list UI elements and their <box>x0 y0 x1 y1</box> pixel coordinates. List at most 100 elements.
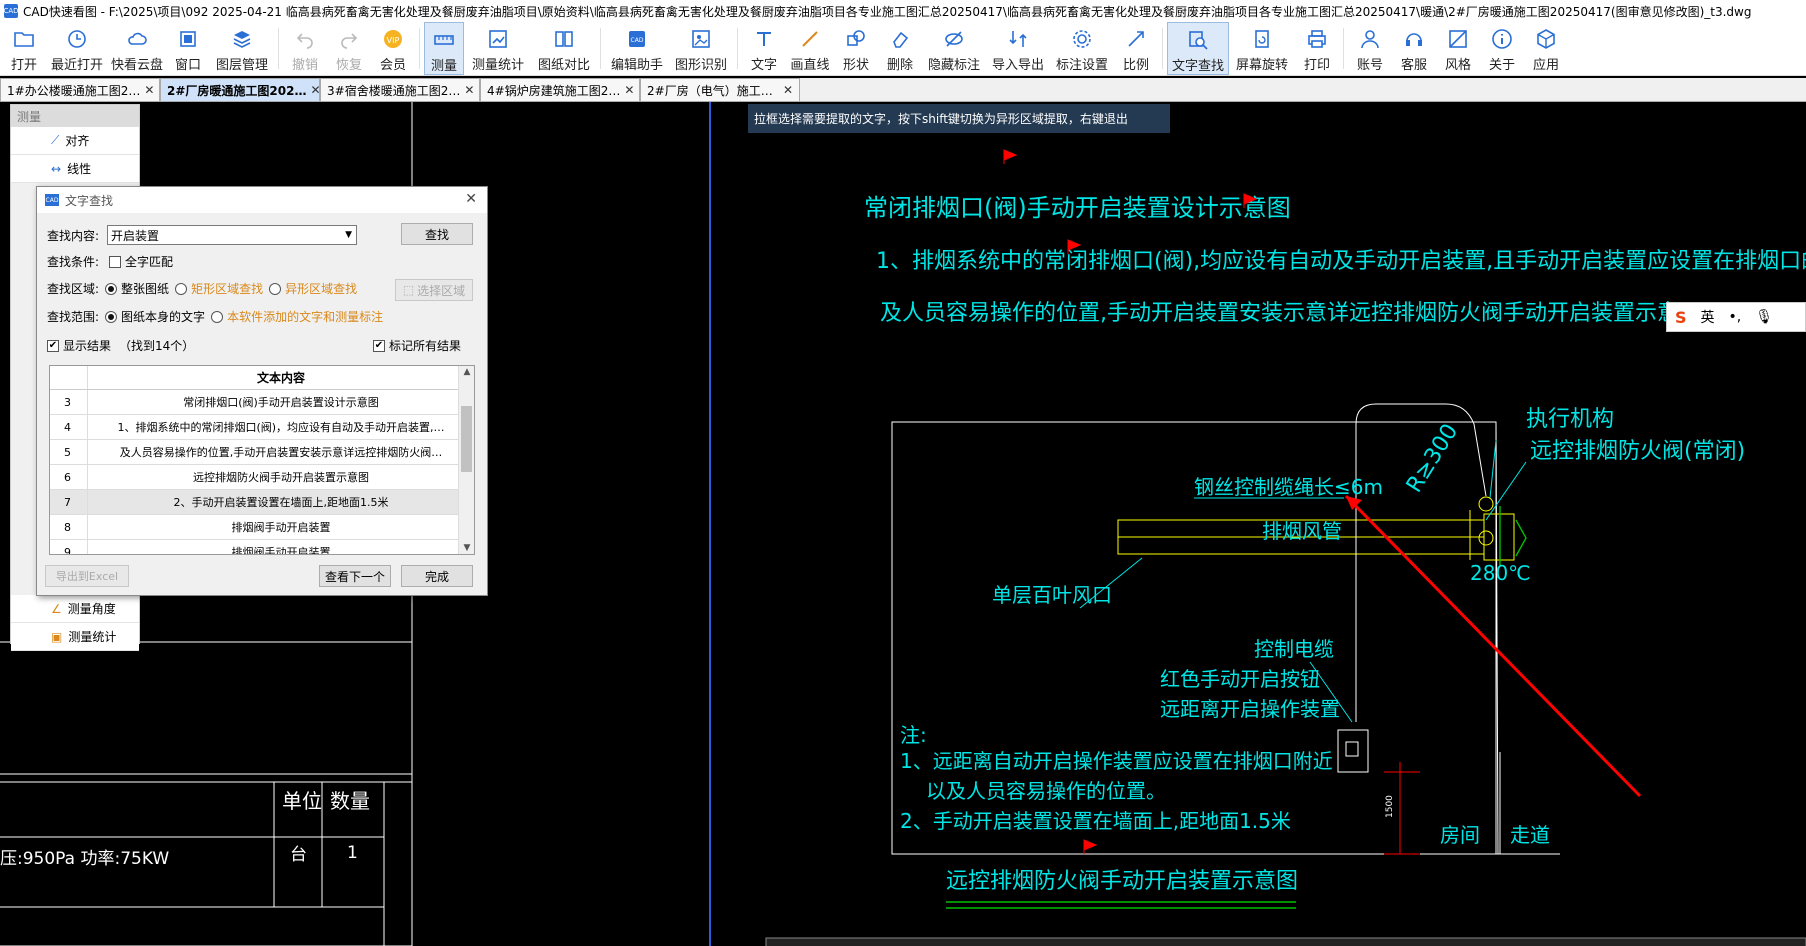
toolbar-button-0[interactable]: 打开 <box>2 22 46 75</box>
toolbar-button-label: 形状 <box>842 58 869 73</box>
results-options-row: ✔ 显示结果 （找到14个） <box>47 337 194 354</box>
area-irregular-radio[interactable] <box>269 282 282 295</box>
toolbar-button-label: 快看云盘 <box>110 58 163 73</box>
results-header: 文本内容 <box>50 366 474 390</box>
close-icon[interactable]: ✕ <box>624 83 634 97</box>
toolbar-button-26[interactable]: 风格 <box>1436 22 1480 75</box>
toolbar-button-28[interactable]: 应用 <box>1524 22 1568 75</box>
results-table: 文本内容 3 常闭排烟口(阀)手动开启装置设计示意图 4 1、排烟系统中的常闭排烟口(… <box>49 365 475 555</box>
toolbar-button-19[interactable]: 标注设置 <box>1050 22 1114 75</box>
results-scrollbar[interactable]: ▲ ▼ <box>458 366 474 554</box>
toolbar-button-5[interactable]: 撤销 <box>283 22 327 75</box>
done-button[interactable]: 完成 <box>401 565 473 587</box>
measure-item-label: 对齐 <box>65 134 90 148</box>
toolbar-button-22[interactable]: 屏幕旋转 <box>1229 22 1295 75</box>
table-row[interactable]: 5 及人员容易操作的位置,手动开启装置安装示意详远控排烟防火阀… <box>50 440 474 465</box>
table-row[interactable]: 9 排烟阀手动开启装置 <box>50 540 474 554</box>
tab-2[interactable]: 3#宿舍楼暖通施工图2… ✕ <box>320 78 480 101</box>
chevron-down-icon[interactable]: ▼ <box>345 230 352 240</box>
toolbar-button-2[interactable]: 快看云盘 <box>108 22 166 75</box>
dialog-app-icon: CAD <box>45 194 59 206</box>
scroll-down-icon[interactable]: ▼ <box>459 543 474 553</box>
toolbar-button-13[interactable]: 文字 <box>742 22 786 75</box>
app-icon: CAD <box>3 4 19 18</box>
scope-drawing-radio[interactable] <box>105 310 118 323</box>
toolbar-button-12[interactable]: 图形识别 <box>669 22 733 75</box>
measure-align-item[interactable]: ⟋ 对齐 <box>11 127 139 155</box>
close-icon[interactable]: ✕ <box>144 83 154 97</box>
close-icon[interactable]: ✕ <box>310 83 319 97</box>
close-icon[interactable]: ✕ <box>465 191 477 207</box>
toolbar-button-20[interactable]: 比例 <box>1114 22 1158 75</box>
next-result-button[interactable]: 查看下一个 <box>319 565 391 587</box>
eraser-icon <box>889 28 911 50</box>
whole-word-checkbox[interactable] <box>109 255 122 268</box>
table-row[interactable]: 8 排烟阀手动开启装置 <box>50 515 474 540</box>
toolbar-button-15[interactable]: 形状 <box>834 22 878 75</box>
toolbar-button-label: 文字 <box>750 58 777 73</box>
measure-angle-item[interactable]: ∠ 测量角度 <box>11 595 139 623</box>
tab-4[interactable]: 2#厂房（电气）施工… ✕ <box>640 78 800 101</box>
toolbar-button-24[interactable]: 账号 <box>1348 22 1392 75</box>
toolbar-button-17[interactable]: 隐藏标注 <box>922 22 986 75</box>
toolbar-button-8[interactable]: 测量 <box>424 22 464 75</box>
toolbar-button-27[interactable]: 关于 <box>1480 22 1524 75</box>
folder-icon <box>13 28 35 50</box>
table-row[interactable]: 7 2、手动开启装置设置在墙面上,距地面1.5米 <box>50 490 474 515</box>
toolbar-button-25[interactable]: 客服 <box>1392 22 1436 75</box>
show-results-checkbox[interactable]: ✔ <box>47 339 59 352</box>
toolbar-button-1[interactable]: 最近打开 <box>46 22 108 75</box>
svg-text:CAD: CAD <box>631 37 644 44</box>
row-index: 4 <box>50 415 88 439</box>
measure-linear-item[interactable]: ↔ 线性 <box>11 155 139 183</box>
tab-3[interactable]: 4#锅炉房建筑施工图2… ✕ <box>480 78 640 101</box>
tab-0[interactable]: 1#办公楼暖通施工图2… ✕ <box>0 78 160 101</box>
row-text: 排烟阀手动开启装置 <box>231 521 331 534</box>
table-row[interactable]: 6 远控排烟防火阀手动开启装置示意图 <box>50 465 474 490</box>
find-button[interactable]: 查找 <box>401 223 473 245</box>
label-room: 房间 <box>1440 823 1480 847</box>
export-excel-button[interactable]: 导出到Excel <box>45 565 129 587</box>
area-whole-radio[interactable] <box>105 282 118 295</box>
toolbar-button-18[interactable]: 导入导出 <box>986 22 1050 75</box>
notes-1b: 以及人员容易操作的位置。 <box>926 779 1166 803</box>
search-input[interactable]: 开启装置 ▼ <box>107 225 358 245</box>
toolbar-button-21[interactable]: 文字查找 <box>1167 22 1229 75</box>
toolbar-button-3[interactable]: 窗口 <box>166 22 210 75</box>
toolbar-button-9[interactable]: 测量统计 <box>464 22 532 75</box>
ime-language[interactable]: 英 <box>1701 307 1715 327</box>
select-area-button[interactable]: ⬚ 选择区域 <box>395 279 473 301</box>
area-rect-radio[interactable] <box>175 282 188 295</box>
toolbar-button-7[interactable]: VIP 会员 <box>371 22 415 75</box>
result-count: （找到14个） <box>119 339 195 353</box>
scroll-thumb[interactable] <box>461 406 472 472</box>
dialog-title-bar[interactable]: CAD 文字查找 ✕ <box>37 187 487 213</box>
table-row[interactable]: 4 1、排烟系统中的常闭排烟口(阀)，均应设有自动及手动开启装置,… <box>50 415 474 440</box>
toolbar-button-label: 测量 <box>430 59 457 74</box>
toolbar-button-10[interactable]: 图纸对比 <box>532 22 596 75</box>
remote-button <box>1345 741 1359 757</box>
mark-all-checkbox[interactable]: ✔ <box>373 339 385 352</box>
toolbar-button-16[interactable]: 删除 <box>878 22 922 75</box>
vip-icon: VIP <box>382 28 404 50</box>
row-index: 7 <box>50 490 88 514</box>
toolbar-button-4[interactable]: 图层管理 <box>210 22 274 75</box>
toolbar-button-6[interactable]: 恢复 <box>327 22 371 75</box>
tab-label: 2#厂房（电气）施工… <box>647 83 773 98</box>
scroll-up-icon[interactable]: ▲ <box>459 367 474 377</box>
scope-added-radio[interactable] <box>211 310 224 323</box>
tab-1[interactable]: 2#厂房暖通施工图202… ✕ <box>160 78 320 101</box>
close-icon[interactable]: ✕ <box>783 83 793 97</box>
toolbar-button-11[interactable]: CAD 编辑助手 <box>605 22 669 75</box>
ime-toolbar[interactable]: S 英 •, 🎙 <box>1666 302 1806 332</box>
table-row[interactable]: 3 常闭排烟口(阀)手动开启装置设计示意图 <box>50 390 474 415</box>
drawing-title: 常闭排烟口(阀)手动开启装置设计示意图 <box>864 194 1291 222</box>
microphone-icon[interactable]: 🎙 <box>1755 309 1773 325</box>
close-icon[interactable]: ✕ <box>464 83 474 97</box>
toolbar-button-23[interactable]: 打印 <box>1295 22 1339 75</box>
toolbar-button-14[interactable]: 画直线 <box>786 22 834 75</box>
measure-stats-item[interactable]: ▣ 测量统计 <box>11 623 139 651</box>
toolbar-button-label: 恢复 <box>335 58 362 73</box>
ime-punct-icon[interactable]: •, <box>1729 309 1742 325</box>
hide-annotation-icon <box>943 28 965 50</box>
